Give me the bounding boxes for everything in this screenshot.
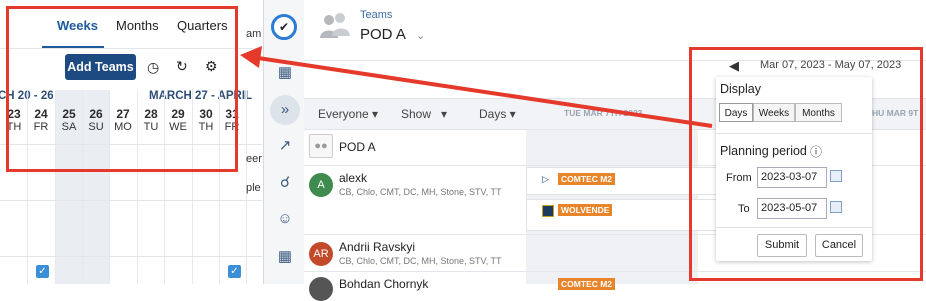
annotation-arrow [240, 46, 713, 128]
